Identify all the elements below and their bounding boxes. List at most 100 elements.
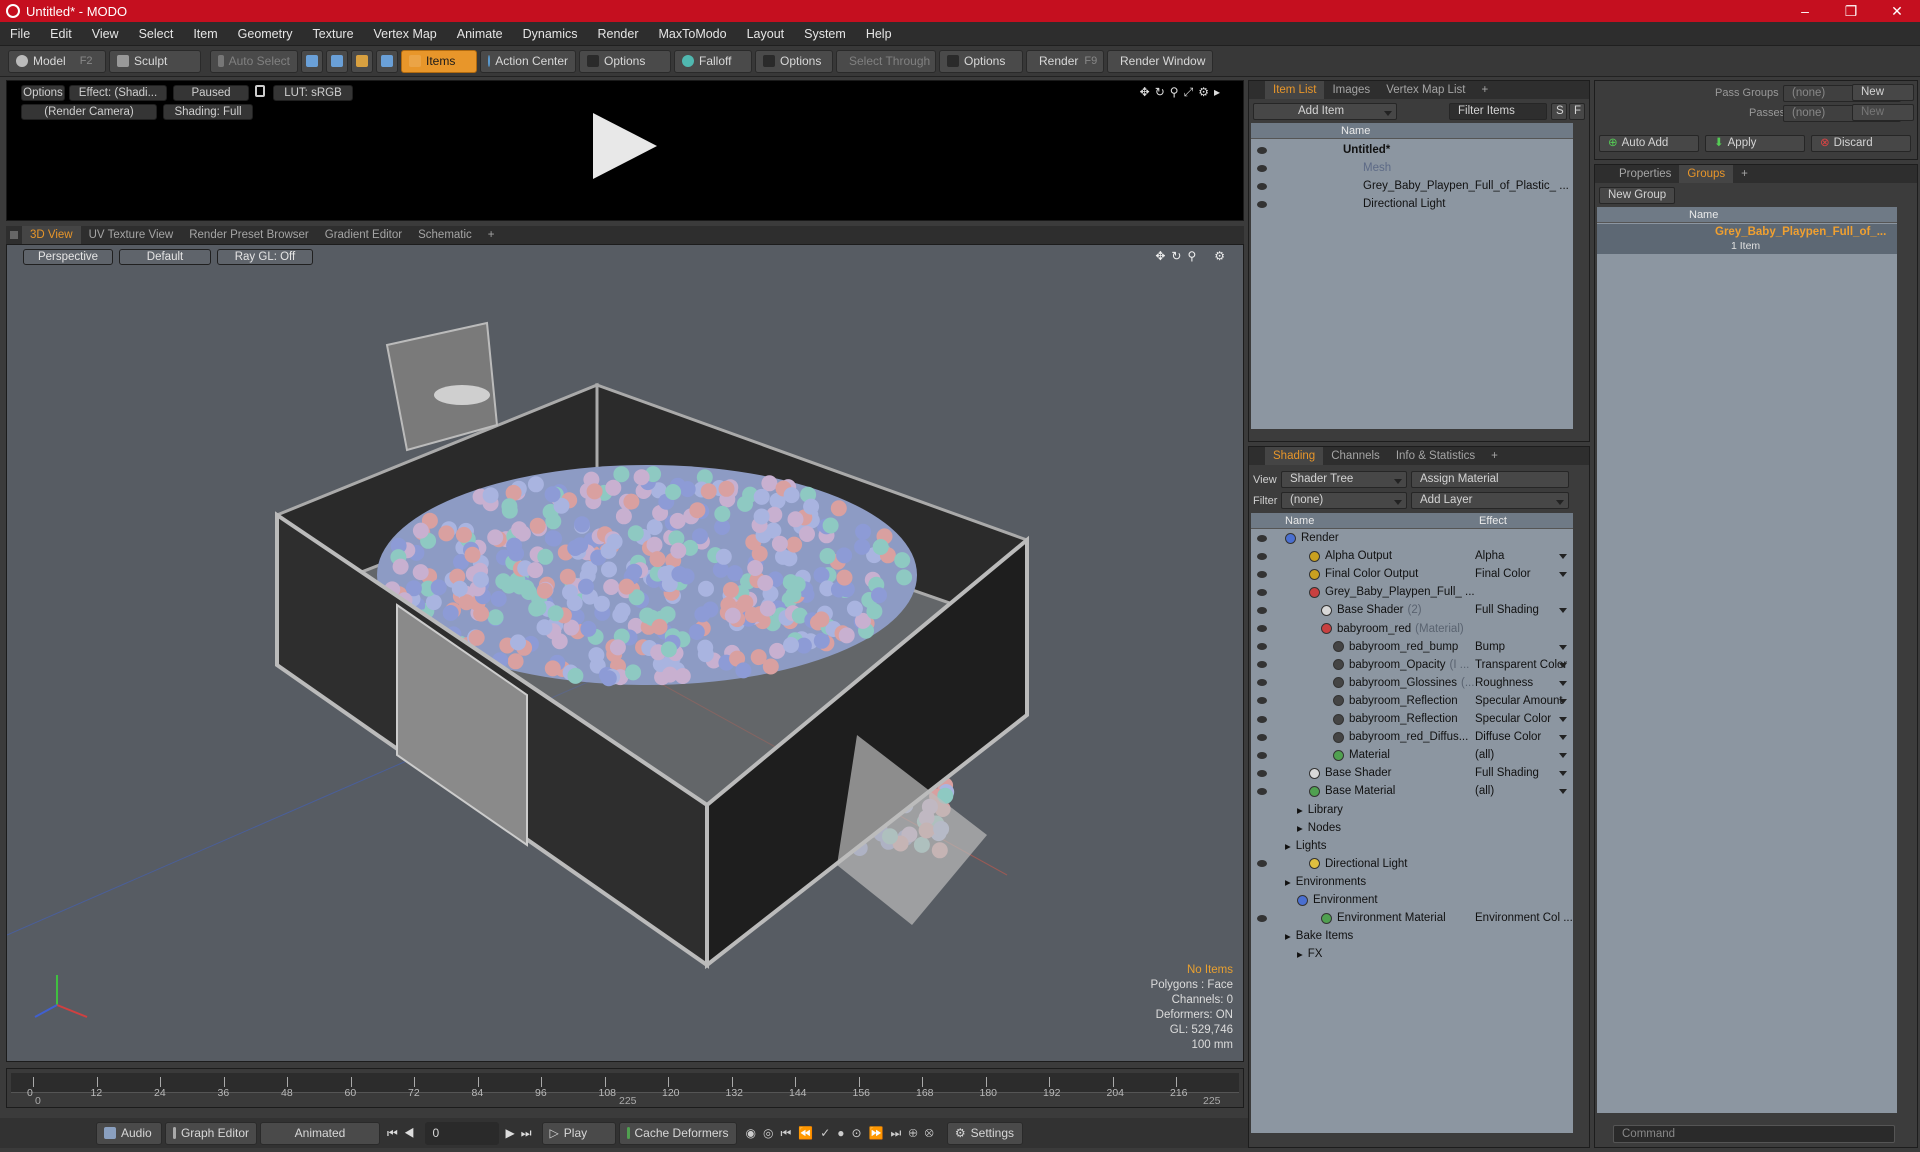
- shader-tree-row[interactable]: Base Shader (2) Full Shading: [1251, 601, 1573, 619]
- 3d-viewport[interactable]: Perspective Default Ray GL: Off ✥↻⚲ ⚙ No …: [6, 244, 1244, 1062]
- new-pass-button[interactable]: New: [1852, 104, 1914, 121]
- tab-properties[interactable]: Properties: [1611, 165, 1679, 183]
- tab-vertex-map-list[interactable]: Vertex Map List: [1378, 81, 1473, 99]
- shader-tree-row[interactable]: ▸ Environments: [1251, 873, 1573, 891]
- add-tab-button[interactable]: +: [1483, 447, 1506, 465]
- pan-icon[interactable]: ✥: [1140, 85, 1155, 99]
- action-center-options-button[interactable]: Options: [579, 49, 671, 73]
- eye-icon[interactable]: [1257, 715, 1267, 723]
- eye-icon[interactable]: [1257, 697, 1267, 705]
- filter-s-button[interactable]: S: [1551, 103, 1567, 120]
- eye-icon[interactable]: [1257, 182, 1267, 190]
- eye-icon[interactable]: [1257, 200, 1267, 208]
- chevron-down-icon[interactable]: [1559, 644, 1567, 650]
- select-through-button[interactable]: Select Through: [836, 49, 936, 73]
- menu-system[interactable]: System: [794, 27, 856, 41]
- menu-help[interactable]: Help: [856, 27, 902, 41]
- chevron-down-icon[interactable]: [1559, 717, 1567, 722]
- menu-select[interactable]: Select: [129, 27, 184, 41]
- render-button[interactable]: Render F9: [1026, 49, 1104, 73]
- shader-tree-row[interactable]: babyroom_Glossines (... Roughness: [1251, 674, 1573, 692]
- layer-effect[interactable]: [1475, 620, 1573, 638]
- maximize-icon[interactable]: ❐: [1828, 3, 1874, 20]
- menu-item[interactable]: Item: [183, 27, 227, 41]
- filter-f-button[interactable]: F: [1569, 103, 1585, 120]
- item-list-row[interactable]: Untitled*: [1251, 141, 1573, 159]
- menu-geometry[interactable]: Geometry: [228, 27, 303, 41]
- shader-tree-row[interactable]: babyroom_red (Material): [1251, 620, 1573, 638]
- rotate-icon[interactable]: ↻: [1155, 85, 1170, 99]
- shader-tree-row[interactable]: ▸ Bake Items: [1251, 927, 1573, 945]
- shader-tree-row[interactable]: Base Material (all): [1251, 782, 1573, 800]
- panel-menu-icon[interactable]: [10, 231, 18, 239]
- layer-effect[interactable]: [1475, 855, 1573, 873]
- shader-tree-row[interactable]: Base Shader Full Shading: [1251, 764, 1573, 782]
- assign-material-dropdown[interactable]: Assign Material: [1411, 471, 1569, 488]
- add-tab-button[interactable]: +: [1473, 81, 1496, 99]
- add-tab-button[interactable]: +: [1733, 165, 1756, 183]
- layer-effect[interactable]: [1475, 891, 1573, 909]
- eye-icon[interactable]: [1257, 552, 1267, 560]
- chevron-down-icon[interactable]: [1559, 771, 1567, 777]
- eye-icon[interactable]: [1257, 769, 1267, 777]
- shader-tree-row[interactable]: Environment Material Environment Col ...: [1251, 909, 1573, 927]
- layer-effect[interactable]: [1475, 583, 1573, 601]
- add-tab-button[interactable]: +: [480, 226, 503, 244]
- eye-icon[interactable]: [1257, 534, 1267, 542]
- shader-tree-row[interactable]: babyroom_Reflection Specular Color: [1251, 710, 1573, 728]
- chevron-down-icon[interactable]: [1559, 572, 1567, 578]
- chevron-down-icon[interactable]: [1559, 608, 1567, 614]
- menu-view[interactable]: View: [82, 27, 129, 41]
- command-input[interactable]: Command: [1613, 1125, 1895, 1143]
- layer-effect[interactable]: [1475, 945, 1573, 963]
- tab-3d-view[interactable]: 3D View: [22, 226, 81, 244]
- shader-tree-row[interactable]: babyroom_Opacity (I ... Transparent Color: [1251, 656, 1573, 674]
- skip-back-icons[interactable]: ⏮◀: [387, 1126, 421, 1141]
- item-list-tree[interactable]: Name Untitled* Mesh Grey_Baby_Playpen_Full…: [1251, 123, 1573, 429]
- shading-dropdown[interactable]: Shading: Full: [163, 104, 253, 120]
- shader-tree-row[interactable]: Grey_Baby_Playpen_Full_ ...: [1251, 583, 1573, 601]
- chevron-down-icon[interactable]: [1559, 698, 1567, 704]
- shader-tree-row[interactable]: Final Color Output Final Color: [1251, 565, 1573, 583]
- add-item-dropdown[interactable]: Add Item: [1253, 103, 1397, 120]
- play-icon[interactable]: [593, 113, 657, 179]
- shader-tree-row[interactable]: Material (all): [1251, 746, 1573, 764]
- tab-groups[interactable]: Groups: [1679, 165, 1734, 183]
- layer-effect[interactable]: [1475, 837, 1573, 855]
- add-layer-dropdown[interactable]: Add Layer: [1411, 492, 1569, 509]
- sculpt-button[interactable]: Sculpt: [109, 49, 201, 73]
- minimize-icon[interactable]: –: [1782, 3, 1828, 20]
- discard-button[interactable]: ⊗ Discard: [1811, 135, 1911, 152]
- edge-select-icon[interactable]: [326, 49, 348, 73]
- group-row[interactable]: Grey_Baby_Playpen_Full_of_... 1 Item: [1597, 224, 1897, 254]
- shader-tree-row[interactable]: babyroom_Reflection Specular Amount: [1251, 692, 1573, 710]
- cache-deformers-button[interactable]: Cache Deformers: [618, 1121, 737, 1145]
- expand-icon[interactable]: ▸: [1214, 85, 1225, 99]
- menu-layout[interactable]: Layout: [737, 27, 795, 41]
- animated-dropdown[interactable]: Animated: [260, 1121, 380, 1145]
- menu-texture[interactable]: Texture: [303, 27, 364, 41]
- shader-tree[interactable]: Name Effect Render Alpha Output Alpha Final …: [1251, 513, 1573, 1133]
- eye-icon[interactable]: [1257, 661, 1267, 669]
- chevron-down-icon[interactable]: [1559, 662, 1567, 668]
- lock-icon[interactable]: [255, 85, 265, 97]
- tab-channels[interactable]: Channels: [1323, 447, 1388, 465]
- layer-effect[interactable]: Environment Col ...: [1475, 909, 1573, 927]
- model-button[interactable]: Model F2: [8, 49, 106, 73]
- shader-tree-dropdown[interactable]: Shader Tree: [1281, 471, 1407, 488]
- falloff-button[interactable]: Falloff: [674, 49, 752, 73]
- groups-list[interactable]: Name Grey_Baby_Playpen_Full_of_... 1 Ite…: [1597, 207, 1897, 1113]
- auto-select-button[interactable]: Auto Select: [210, 49, 298, 73]
- render-camera-dropdown[interactable]: (Render Camera): [21, 104, 157, 120]
- eye-icon[interactable]: [1257, 570, 1267, 578]
- zoom-icon[interactable]: ⚲: [1170, 85, 1184, 99]
- gear-icon[interactable]: ⚙: [1198, 85, 1214, 99]
- menu-edit[interactable]: Edit: [40, 27, 82, 41]
- apply-button[interactable]: ⬇ Apply: [1705, 135, 1805, 152]
- tab-info-statistics[interactable]: Info & Statistics: [1388, 447, 1483, 465]
- fit-icon[interactable]: ⤢: [1184, 85, 1199, 99]
- material-select-icon[interactable]: [376, 49, 398, 73]
- tab-schematic[interactable]: Schematic: [410, 226, 480, 244]
- eye-icon[interactable]: [1257, 787, 1267, 795]
- frame-input[interactable]: 0: [424, 1121, 499, 1145]
